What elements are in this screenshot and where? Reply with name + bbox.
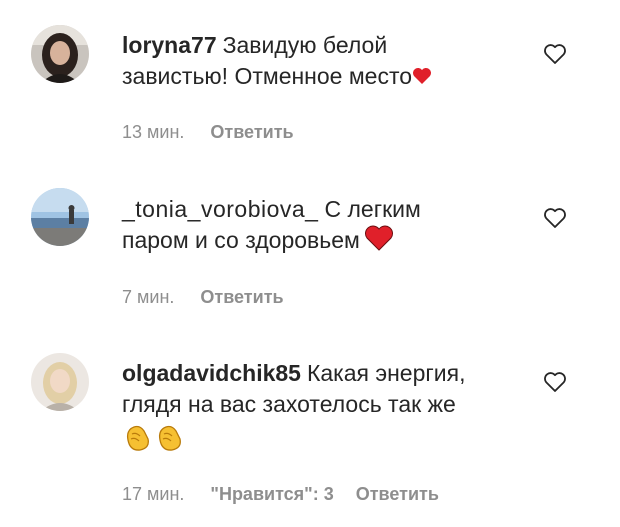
comment-text-line2: глядя на вас захотелось так же [122, 391, 456, 417]
comment-text-line2: завистью! Отменное место [122, 63, 413, 89]
comment-meta: 7 мин. Ответить [122, 287, 284, 308]
red-heart-emoji [364, 225, 393, 251]
comment-body: _tonia_vorobiova_ С легким паром и со здо… [122, 194, 522, 256]
comment-text-line1: Какая энергия, [306, 360, 466, 386]
comment-username[interactable]: loryna77 [122, 32, 217, 58]
clapping-hands-emoji [158, 425, 181, 451]
comment-meta: 17 мин. "Нравится": 3 Ответить [122, 484, 439, 505]
like-button[interactable] [543, 371, 567, 393]
reply-button[interactable]: Ответить [210, 122, 293, 143]
avatar[interactable] [31, 353, 89, 411]
emoji-row [122, 422, 186, 457]
heart-outline-icon [544, 208, 566, 228]
like-button[interactable] [543, 207, 567, 229]
comment-time[interactable]: 13 мин. [122, 122, 184, 143]
likes-count[interactable]: "Нравится": 3 [210, 484, 333, 505]
reply-button[interactable]: Ответить [356, 484, 439, 505]
comment-username[interactable]: _tonia_vorobiova_ [122, 196, 318, 222]
red-heart-emoji [413, 68, 432, 84]
reply-button[interactable]: Ответить [200, 287, 283, 308]
like-button[interactable] [543, 43, 567, 65]
comment-body: olgadavidchik85 Какая энергия, глядя на в… [122, 358, 522, 420]
comment-meta: 13 мин. Ответить [122, 122, 294, 143]
comment-text-line1: Завидую белой [222, 32, 388, 58]
clapping-hands-emoji [126, 425, 149, 451]
heart-outline-icon [544, 372, 566, 392]
comment-body: loryna77 Завидую белой завистью! Отменное… [122, 30, 522, 92]
comment-time[interactable]: 17 мин. [122, 484, 184, 505]
heart-outline-icon [544, 44, 566, 64]
comment-text-line2: паром и со здоровьем [122, 227, 360, 253]
avatar[interactable] [31, 188, 89, 246]
avatar[interactable] [31, 25, 89, 83]
comment-username[interactable]: olgadavidchik85 [122, 360, 301, 386]
comment-text-line1: С легким [324, 196, 421, 222]
comment-time[interactable]: 7 мин. [122, 287, 174, 308]
